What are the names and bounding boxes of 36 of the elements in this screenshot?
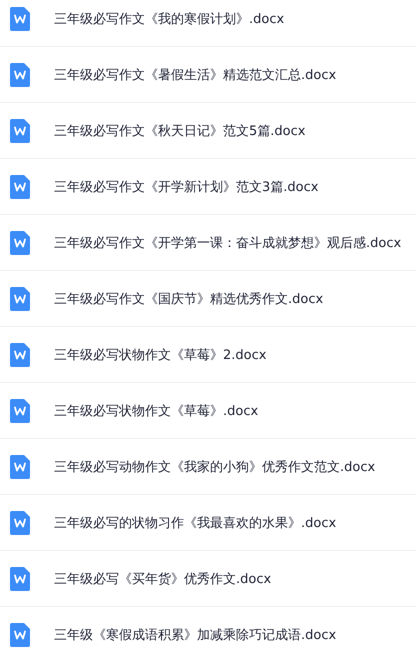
file-name: 三年级必写作文《国庆节》精选优秀作文.docx — [54, 290, 324, 308]
file-row[interactable]: 三年级必写状物作文《草莓》2.docx — [0, 327, 416, 383]
file-name: 三年级必写动物作文《我家的小狗》优秀作文范文.docx — [54, 458, 376, 476]
word-document-icon — [10, 174, 30, 198]
file-row[interactable]: 三年级必写的状物习作《我最喜欢的水果》.docx — [0, 495, 416, 551]
file-row[interactable]: 三年级必写状物作文《草莓》.docx — [0, 383, 416, 439]
file-row[interactable]: 三年级《寒假成语积累》加减乘除巧记成语.docx — [0, 607, 416, 658]
file-name: 三年级必写作文《暑假生活》精选范文汇总.docx — [54, 66, 336, 84]
file-name: 三年级必写作文《我的寒假计划》.docx — [54, 10, 284, 28]
word-document-icon — [10, 6, 30, 30]
file-row[interactable]: 三年级必写动物作文《我家的小狗》优秀作文范文.docx — [0, 439, 416, 495]
word-document-icon — [10, 118, 30, 142]
word-document-icon — [10, 342, 30, 366]
file-name: 三年级必写《买年货》优秀作文.docx — [54, 570, 272, 588]
file-row[interactable]: 三年级必写作文《开学第一课：奋斗成就梦想》观后感.docx — [0, 215, 416, 271]
file-row[interactable]: 三年级必写《买年货》优秀作文.docx — [0, 551, 416, 607]
file-row[interactable]: 三年级必写作文《国庆节》精选优秀作文.docx — [0, 271, 416, 327]
word-document-icon — [10, 454, 30, 478]
file-name: 三年级必写作文《开学新计划》范文3篇.docx — [54, 178, 318, 196]
word-document-icon — [10, 398, 30, 422]
file-row[interactable]: 三年级必写作文《秋天日记》范文5篇.docx — [0, 103, 416, 159]
word-document-icon — [10, 622, 30, 646]
file-name: 三年级必写的状物习作《我最喜欢的水果》.docx — [54, 514, 336, 532]
file-name: 三年级必写作文《开学第一课：奋斗成就梦想》观后感.docx — [54, 234, 402, 252]
file-row[interactable]: 三年级必写作文《我的寒假计划》.docx — [0, 0, 416, 47]
file-row[interactable]: 三年级必写作文《开学新计划》范文3篇.docx — [0, 159, 416, 215]
word-document-icon — [10, 62, 30, 86]
word-document-icon — [10, 566, 30, 590]
word-document-icon — [10, 286, 30, 310]
word-document-icon — [10, 230, 30, 254]
word-document-icon — [10, 510, 30, 534]
file-name: 三年级《寒假成语积累》加减乘除巧记成语.docx — [54, 626, 336, 644]
file-row[interactable]: 三年级必写作文《暑假生活》精选范文汇总.docx — [0, 47, 416, 103]
file-name: 三年级必写状物作文《草莓》2.docx — [54, 346, 266, 364]
file-name: 三年级必写状物作文《草莓》.docx — [54, 402, 258, 420]
file-name: 三年级必写作文《秋天日记》范文5篇.docx — [54, 122, 306, 140]
